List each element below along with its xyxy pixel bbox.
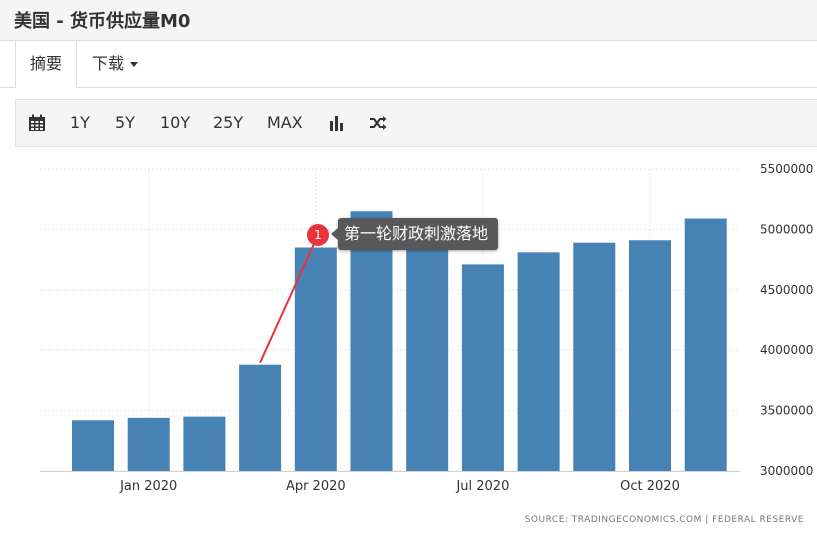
bar-2020-08 (517, 252, 560, 471)
calendar-icon[interactable] (28, 114, 46, 132)
bar-2020-09 (573, 242, 616, 471)
bar-2020-06 (406, 234, 449, 471)
annotation-label: 第一轮财政刺激落地 (331, 218, 498, 250)
range-1y-button[interactable]: 1Y (70, 100, 90, 146)
bar-2020-03 (239, 364, 282, 471)
bar-chart: 3000000 3500000 4000000 4500000 5000000 55000… (40, 162, 813, 494)
title-bar: 美国 - 货币供应量M0 (0, 0, 817, 41)
bar-2020-01 (127, 417, 170, 471)
bar-2020-05 (350, 211, 393, 471)
y-tick-label: 4500000 (760, 283, 813, 297)
x-tick-label: Jul 2020 (455, 479, 509, 494)
range-max-button[interactable]: MAX (267, 100, 303, 146)
bar-2020-07 (461, 264, 504, 471)
chart-area: 3000000 3500000 4000000 4500000 5000000 55000… (0, 146, 817, 537)
bar-chart-icon[interactable] (328, 114, 346, 132)
x-tick-label: Oct 2020 (620, 479, 680, 494)
tab-summary[interactable]: 摘要 (15, 41, 77, 88)
y-tick-label: 3000000 (760, 464, 813, 478)
tab-download[interactable]: 下载 (92, 41, 139, 87)
y-tick-label: 3500000 (760, 404, 813, 418)
chart-toolbar: 1Y 5Y 10Y 25Y MAX (15, 99, 817, 147)
bar-2020-11 (684, 218, 727, 471)
x-tick-label: Apr 2020 (286, 479, 346, 494)
source-note: SOURCE: TRADINGECONOMICS.COM | FEDERAL R… (524, 515, 804, 525)
page-title: 美国 - 货币供应量M0 (14, 11, 191, 32)
bar-2020-10 (629, 240, 671, 471)
annotation-marker[interactable]: 1 (307, 224, 329, 246)
y-tick-label: 5500000 (760, 162, 813, 176)
caret-down-icon (130, 62, 139, 67)
shuffle-icon[interactable] (369, 114, 387, 132)
y-tick-label: 5000000 (760, 222, 813, 236)
bar-2020-04 (294, 247, 337, 471)
y-tick-label: 4000000 (760, 343, 813, 357)
tab-row: 摘要 下载 (0, 41, 817, 88)
tab-download-label: 下载 (92, 54, 125, 73)
x-tick-label: Jan 2020 (119, 479, 177, 494)
range-25y-button[interactable]: 25Y (213, 100, 243, 146)
bar-2020-02 (183, 416, 226, 471)
range-10y-button[interactable]: 10Y (160, 100, 190, 146)
range-5y-button[interactable]: 5Y (115, 100, 135, 146)
bar-2019-12 (72, 420, 114, 471)
